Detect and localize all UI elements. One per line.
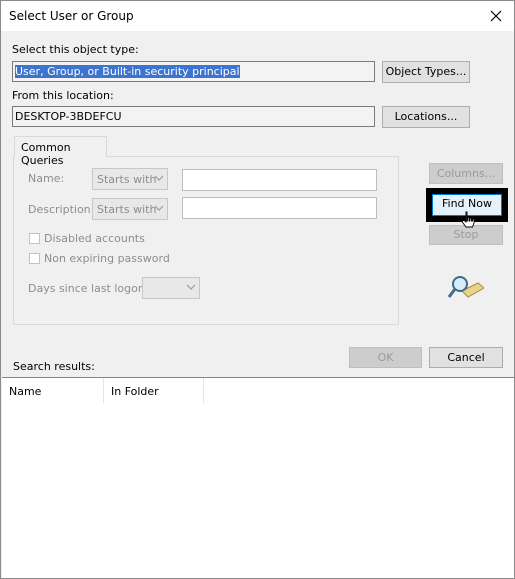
columns-button[interactable]: Columns... xyxy=(429,163,503,184)
chevron-down-icon xyxy=(154,175,164,181)
search-magnifier-icon xyxy=(448,276,484,298)
location-field[interactable]: DESKTOP-3BDEFCU xyxy=(12,106,375,127)
column-header-name[interactable]: Name xyxy=(2,378,104,403)
title-bar: Select User or Group xyxy=(1,1,514,31)
ok-button[interactable]: OK xyxy=(349,347,422,368)
location-label: From this location: xyxy=(12,89,114,102)
search-results-label: Search results: xyxy=(13,360,95,373)
days-since-logon-label: Days since last logon: xyxy=(28,282,149,295)
name-mode-value: Starts with xyxy=(97,173,157,186)
description-mode-select[interactable]: Starts with xyxy=(92,198,168,220)
tab-common-queries[interactable]: Common Queries xyxy=(14,136,107,167)
non-expiring-password-checkbox[interactable] xyxy=(29,253,40,264)
chevron-down-icon xyxy=(186,284,196,290)
column-header-name-label: Name xyxy=(9,385,42,398)
object-type-field[interactable]: User, Group, or Built-in security princi… xyxy=(12,61,375,82)
name-mode-select[interactable]: Starts with xyxy=(92,168,168,190)
select-user-dialog: Select User or Group Select this object … xyxy=(0,0,515,579)
description-input[interactable] xyxy=(182,197,377,219)
object-types-button[interactable]: Object Types... xyxy=(382,61,470,83)
disabled-accounts-label: Disabled accounts xyxy=(44,232,145,245)
cancel-button[interactable]: Cancel xyxy=(429,347,503,368)
location-value: DESKTOP-3BDEFCU xyxy=(15,110,122,123)
column-header-in-folder-label: In Folder xyxy=(111,385,159,398)
object-type-value: User, Group, or Built-in security princi… xyxy=(15,65,240,78)
close-icon xyxy=(490,10,502,22)
chevron-down-icon xyxy=(154,205,164,211)
non-expiring-password-label: Non expiring password xyxy=(44,252,170,265)
name-input[interactable] xyxy=(182,169,377,191)
disabled-accounts-checkbox[interactable] xyxy=(29,233,40,244)
description-mode-value: Starts with xyxy=(97,203,157,216)
days-since-logon-select[interactable] xyxy=(142,277,200,299)
close-button[interactable] xyxy=(484,5,508,27)
mouse-pointer-icon xyxy=(461,211,475,228)
description-label: Description: xyxy=(28,203,95,216)
locations-button[interactable]: Locations... xyxy=(382,106,470,128)
column-header-in-folder[interactable]: In Folder xyxy=(104,378,204,403)
search-results-list[interactable]: Name In Folder xyxy=(2,377,514,578)
object-type-label: Select this object type: xyxy=(12,43,139,56)
name-label: Name: xyxy=(28,172,65,185)
window-title: Select User or Group xyxy=(9,9,134,23)
tab-common-queries-label: Common Queries xyxy=(21,141,71,167)
